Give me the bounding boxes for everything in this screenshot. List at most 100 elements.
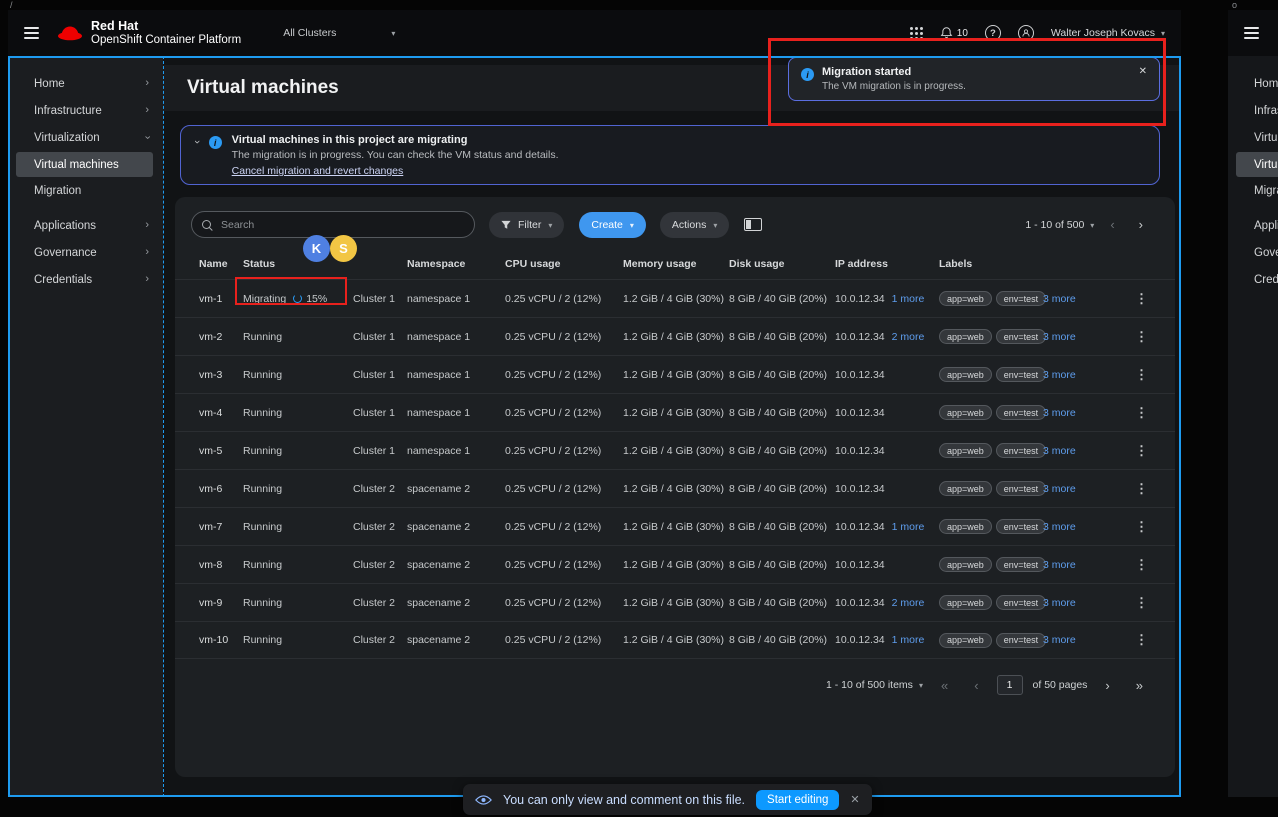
labels-more-link[interactable]: 3 more	[1043, 483, 1098, 495]
cancel-migration-link[interactable]: Cancel migration and revert changes	[232, 165, 404, 177]
ip-more-link[interactable]: 1 more	[892, 293, 925, 305]
hamburger-menu-icon[interactable]	[1244, 27, 1259, 39]
table-row[interactable]: vm-5RunningCluster 1namespace 10.25 vCPU…	[175, 431, 1175, 469]
sidebar-item-home[interactable]: Home	[1228, 70, 1278, 97]
kebab-menu-icon[interactable]	[1132, 291, 1151, 306]
app-launcher-icon[interactable]	[910, 27, 923, 40]
sidebar-item-virtualization[interactable]: Virtualization	[8, 124, 163, 151]
labels-more-link[interactable]: 3 more	[1043, 634, 1098, 646]
labels-more-link[interactable]: 3 more	[1043, 559, 1098, 571]
avatar[interactable]: S	[330, 235, 357, 262]
kebab-menu-icon[interactable]	[1132, 557, 1151, 572]
next-page-icon[interactable]	[1097, 678, 1117, 693]
table-row[interactable]: vm-1Migrating15%Cluster 1namespace 10.25…	[175, 279, 1175, 317]
help-icon[interactable]	[985, 25, 1001, 41]
kebab-menu-icon[interactable]	[1132, 481, 1151, 496]
sidebar-item-migration[interactable]: Migration	[16, 178, 153, 203]
sidebar-item-label: Governance	[34, 247, 97, 259]
vm-namespace: namespace 1	[407, 331, 505, 343]
avatar[interactable]: K	[303, 235, 330, 262]
kebab-menu-icon[interactable]	[1132, 595, 1151, 610]
manage-columns-icon[interactable]	[744, 218, 762, 231]
filter-button[interactable]: Filter	[489, 212, 564, 238]
labels-more-link[interactable]: 3 more	[1043, 369, 1098, 381]
vm-name: vm-10	[199, 634, 243, 646]
redhat-brand[interactable]: Red Hat OpenShift Container Platform	[57, 19, 241, 47]
cluster-selector-dropdown[interactable]: All Clusters	[283, 27, 395, 39]
brand-line1: Red Hat	[91, 19, 241, 33]
labels-more-link[interactable]: 3 more	[1043, 293, 1098, 305]
pagination-range-dropdown[interactable]: 1 - 10 of 500	[1025, 219, 1094, 231]
vm-ip-cell: 10.0.12.342 more	[835, 597, 939, 609]
close-icon[interactable]	[1139, 66, 1147, 77]
masthead	[1228, 10, 1278, 56]
sidebar-item-migration[interactable]: Migration	[1236, 178, 1278, 203]
search-box[interactable]	[191, 211, 475, 238]
table-row[interactable]: vm-4RunningCluster 1namespace 10.25 vCPU…	[175, 393, 1175, 431]
vm-status-cell: Running	[243, 445, 353, 457]
sidebar-item-virtual-machines[interactable]: Virtual machines	[16, 152, 153, 177]
items-range-dropdown[interactable]: 1 - 10 of 500 items	[826, 679, 923, 691]
kebab-menu-icon[interactable]	[1132, 329, 1151, 344]
actions-button[interactable]: Actions	[660, 212, 729, 238]
sidebar-item-label: Virtualization	[1254, 132, 1278, 144]
first-page-icon[interactable]	[933, 678, 956, 693]
page-number-input[interactable]	[997, 675, 1023, 695]
notifications-button[interactable]: 10	[940, 26, 968, 40]
kebab-menu-icon[interactable]	[1132, 405, 1151, 420]
figma-viewer-bar: You can only view and comment on this fi…	[463, 784, 872, 815]
chevron-right-icon	[145, 105, 149, 116]
chevron-down-icon[interactable]	[195, 136, 199, 148]
table-row[interactable]: vm-9RunningCluster 2spacename 20.25 vCPU…	[175, 583, 1175, 621]
pagination-range: 1 - 10 of 500	[1025, 219, 1084, 231]
sidebar-item-applications[interactable]: Applications	[1228, 212, 1278, 239]
labels-more-link[interactable]: 3 more	[1043, 445, 1098, 457]
labels-more-link[interactable]: 3 more	[1043, 597, 1098, 609]
table-row[interactable]: vm-2RunningCluster 1namespace 10.25 vCPU…	[175, 317, 1175, 355]
ip-more-link[interactable]: 1 more	[892, 634, 925, 646]
ip-more-link[interactable]: 2 more	[892, 331, 925, 343]
vm-ip: 10.0.12.34	[835, 331, 885, 343]
kebab-menu-icon[interactable]	[1132, 367, 1151, 382]
sidebar-item-home[interactable]: Home	[8, 70, 163, 97]
labels-more-link[interactable]: 3 more	[1043, 521, 1098, 533]
sidebar-item-label: Infrastructure	[1254, 105, 1278, 117]
user-avatar-icon[interactable]	[1018, 25, 1034, 41]
user-menu[interactable]: Walter Joseph Kovacs	[1051, 27, 1165, 39]
table-row[interactable]: vm-10RunningCluster 2spacename 20.25 vCP…	[175, 621, 1175, 659]
sidebar-item-infrastructure[interactable]: Infrastructure	[1228, 97, 1278, 124]
table-row[interactable]: vm-8RunningCluster 2spacename 20.25 vCPU…	[175, 545, 1175, 583]
vm-row-actions	[1132, 443, 1151, 459]
ip-more-link[interactable]: 2 more	[892, 597, 925, 609]
sidebar-item-virtual-machines[interactable]: Virtual machines	[1236, 152, 1278, 177]
create-button[interactable]: Create	[579, 212, 646, 238]
sidebar-item-credentials[interactable]: Credentials	[1228, 266, 1278, 293]
vm-cluster: Cluster 2	[353, 521, 407, 533]
kebab-menu-icon[interactable]	[1132, 632, 1151, 647]
sidebar-item-governance[interactable]: Governance	[8, 239, 163, 266]
kebab-menu-icon[interactable]	[1132, 443, 1151, 458]
start-editing-button[interactable]: Start editing	[756, 790, 839, 810]
sidebar-item-virtualization[interactable]: Virtualization	[1228, 124, 1278, 151]
kebab-menu-icon[interactable]	[1132, 519, 1151, 534]
table-row[interactable]: vm-6RunningCluster 2spacename 20.25 vCPU…	[175, 469, 1175, 507]
sidebar-item-governance[interactable]: Governance	[1228, 239, 1278, 266]
actions-label: Actions	[672, 219, 706, 231]
vm-status-text: Running	[243, 597, 282, 609]
sidebar-item-infrastructure[interactable]: Infrastructure	[8, 97, 163, 124]
table-row[interactable]: vm-7RunningCluster 2spacename 20.25 vCPU…	[175, 507, 1175, 545]
last-page-icon[interactable]	[1128, 678, 1151, 693]
vm-memory-usage: 1.2 GiB / 4 GiB (30%)	[623, 597, 729, 609]
sidebar-item-credentials[interactable]: Credentials	[8, 266, 163, 293]
search-input[interactable]	[221, 219, 464, 231]
prev-page-icon[interactable]	[966, 678, 986, 693]
next-page-icon[interactable]	[1131, 217, 1151, 232]
ip-more-link[interactable]: 1 more	[892, 521, 925, 533]
hamburger-menu-icon[interactable]	[24, 27, 39, 39]
labels-more-link[interactable]: 3 more	[1043, 407, 1098, 419]
labels-more-link[interactable]: 3 more	[1043, 331, 1098, 343]
prev-page-icon[interactable]	[1102, 217, 1122, 232]
close-icon[interactable]	[850, 793, 859, 806]
table-row[interactable]: vm-3RunningCluster 1namespace 10.25 vCPU…	[175, 355, 1175, 393]
sidebar-item-applications[interactable]: Applications	[8, 212, 163, 239]
